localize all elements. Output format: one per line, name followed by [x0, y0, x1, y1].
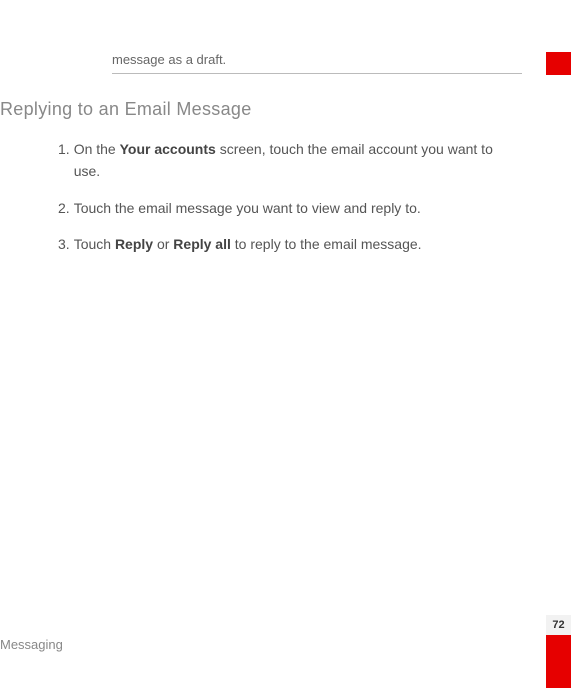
page-number-badge: 72 — [546, 615, 571, 635]
section-heading: Replying to an Email Message — [0, 99, 530, 120]
step-bold: Your accounts — [120, 141, 216, 157]
step-item: 2. Touch the email message you want to v… — [58, 197, 520, 219]
step-mid: or — [153, 236, 173, 252]
step-number: 1. — [58, 138, 70, 183]
step-pre: Touch the email message you want to view… — [74, 200, 421, 216]
page-content: message as a draft. Replying to an Email… — [0, 52, 530, 256]
step-pre: On the — [74, 141, 120, 157]
step-post: to reply to the email message. — [231, 236, 422, 252]
step-number: 3. — [58, 233, 70, 255]
side-stripe-gap — [546, 75, 571, 615]
step-text: Touch the email message you want to view… — [74, 197, 520, 219]
step-item: 3. Touch Reply or Reply all to reply to … — [58, 233, 520, 255]
step-bold2: Reply all — [173, 236, 231, 252]
step-pre: Touch — [74, 236, 115, 252]
step-text: On the Your accounts screen, touch the e… — [74, 138, 520, 183]
draft-fragment: message as a draft. — [112, 52, 522, 74]
steps-list: 1. On the Your accounts screen, touch th… — [58, 138, 520, 256]
step-number: 2. — [58, 197, 70, 219]
step-item: 1. On the Your accounts screen, touch th… — [58, 138, 520, 183]
step-bold: Reply — [115, 236, 153, 252]
step-text: Touch Reply or Reply all to reply to the… — [74, 233, 520, 255]
footer-section-label: Messaging — [0, 637, 63, 652]
